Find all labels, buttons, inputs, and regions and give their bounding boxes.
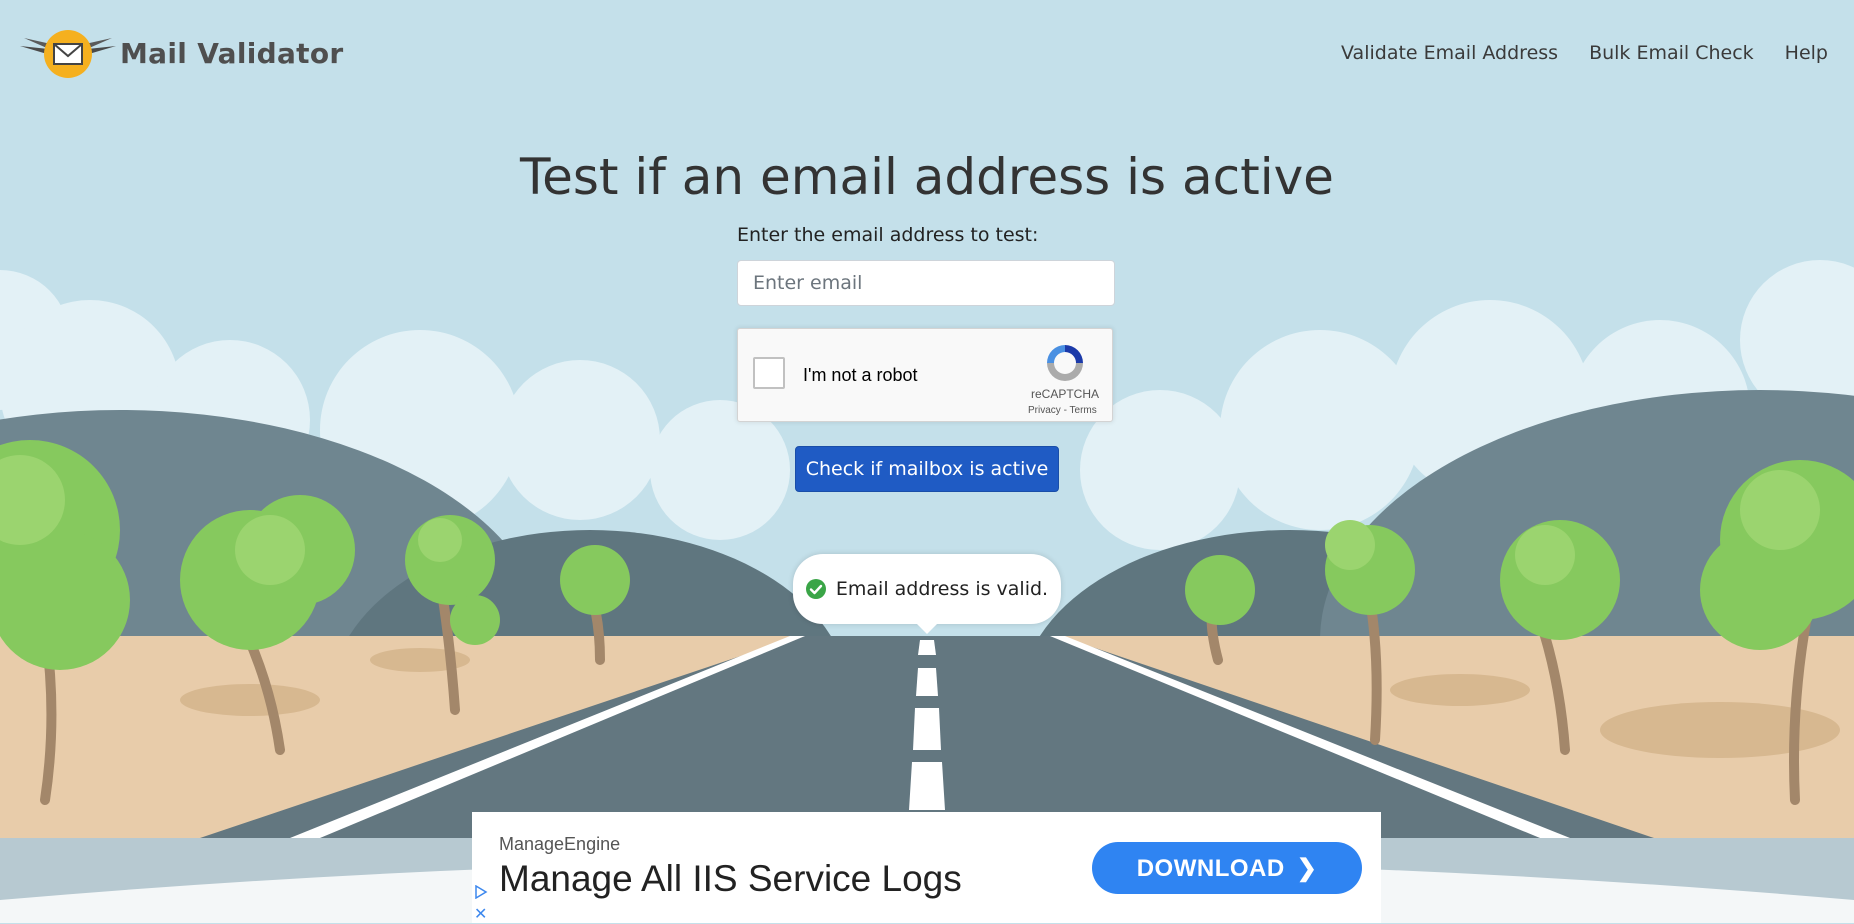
ad-download-button[interactable]: DOWNLOAD ❯ xyxy=(1092,842,1362,894)
result-text: Email address is valid. xyxy=(835,578,1049,600)
chevron-right-icon: ❯ xyxy=(1296,854,1318,882)
result-message: Email address is valid. xyxy=(793,554,1061,634)
logo-text: Mail Validator xyxy=(120,36,344,70)
nav-validate-email[interactable]: Validate Email Address xyxy=(1341,42,1558,64)
captcha-terms-link[interactable]: Terms xyxy=(1070,405,1097,416)
captcha-links: Privacy - Terms xyxy=(1028,405,1097,416)
email-field-label: Enter the email address to test: xyxy=(737,224,1039,246)
ad-download-label: DOWNLOAD xyxy=(1136,854,1285,882)
page-title: Test if an email address is active xyxy=(520,148,1334,206)
logo[interactable]: Mail Validator xyxy=(18,26,344,80)
nav-help[interactable]: Help xyxy=(1785,42,1828,64)
recaptcha-widget: I'm not a robot reCAPTCHA Privacy - Term… xyxy=(737,328,1113,422)
captcha-brand: reCAPTCHA xyxy=(1031,387,1100,401)
envelope-wings-icon xyxy=(20,30,116,78)
main-nav: Validate Email Address Bulk Email Check … xyxy=(1341,42,1828,64)
ad-headline[interactable]: Manage All IIS Service Logs xyxy=(499,858,962,900)
close-icon[interactable]: ✕ xyxy=(474,904,487,924)
check-circle-icon xyxy=(805,579,826,599)
adchoices-icon[interactable] xyxy=(474,885,488,899)
ad-banner[interactable]: ManageEngine Manage All IIS Service Logs… xyxy=(472,812,1381,923)
email-input[interactable] xyxy=(737,260,1115,306)
nav-bulk-email-check[interactable]: Bulk Email Check xyxy=(1589,42,1754,64)
recaptcha-logo-icon xyxy=(1047,345,1083,381)
captcha-link-separator: - xyxy=(1060,405,1070,416)
ad-brand: ManageEngine xyxy=(499,834,621,854)
captcha-privacy-link[interactable]: Privacy xyxy=(1028,405,1061,416)
captcha-checkbox[interactable] xyxy=(753,357,785,389)
check-mailbox-button[interactable]: Check if mailbox is active xyxy=(795,446,1059,492)
captcha-label: I'm not a robot xyxy=(803,365,918,385)
